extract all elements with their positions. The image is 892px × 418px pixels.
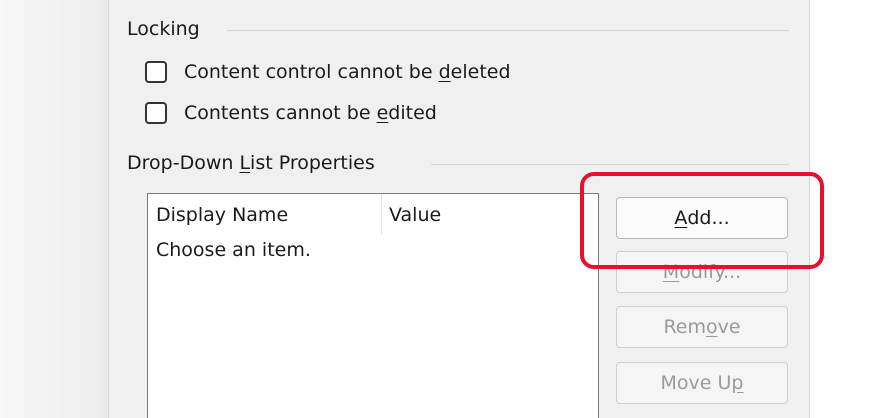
content-control-properties-dialog: Locking Content control cannot be delete… [108,0,810,418]
dropdown-properties-group-title: Drop-Down List Properties [127,152,375,174]
column-divider[interactable] [381,194,382,234]
cannot-delete-label[interactable]: Content control cannot be deleted [184,61,511,83]
column-header-value[interactable]: Value [389,204,441,226]
dropdown-items-listbox[interactable]: Display Name Value Choose an item. [147,193,599,418]
list-item-display-name: Choose an item. [156,239,311,261]
modify-button[interactable]: Modify... [616,251,788,293]
screenshot-stage: Locking Content control cannot be delete… [0,0,892,418]
locking-group-title: Locking [127,18,200,40]
checkbox-row-cannot-delete[interactable]: Content control cannot be deleted [145,61,511,83]
remove-button[interactable]: Rem o ve [616,306,788,348]
checkbox-row-cannot-edit[interactable]: Contents cannot be edited [145,102,437,124]
move-up-button[interactable]: Move Up [616,362,788,404]
add-button[interactable]: Add... [616,197,788,239]
locking-group-line [227,30,789,31]
cannot-edit-label[interactable]: Contents cannot be edited [184,102,437,124]
dropdown-properties-group-line [431,164,789,165]
cannot-edit-checkbox[interactable] [145,102,167,124]
list-item[interactable]: Choose an item. [156,239,311,261]
column-header-display-name[interactable]: Display Name [156,204,288,226]
cannot-delete-checkbox[interactable] [145,61,167,83]
